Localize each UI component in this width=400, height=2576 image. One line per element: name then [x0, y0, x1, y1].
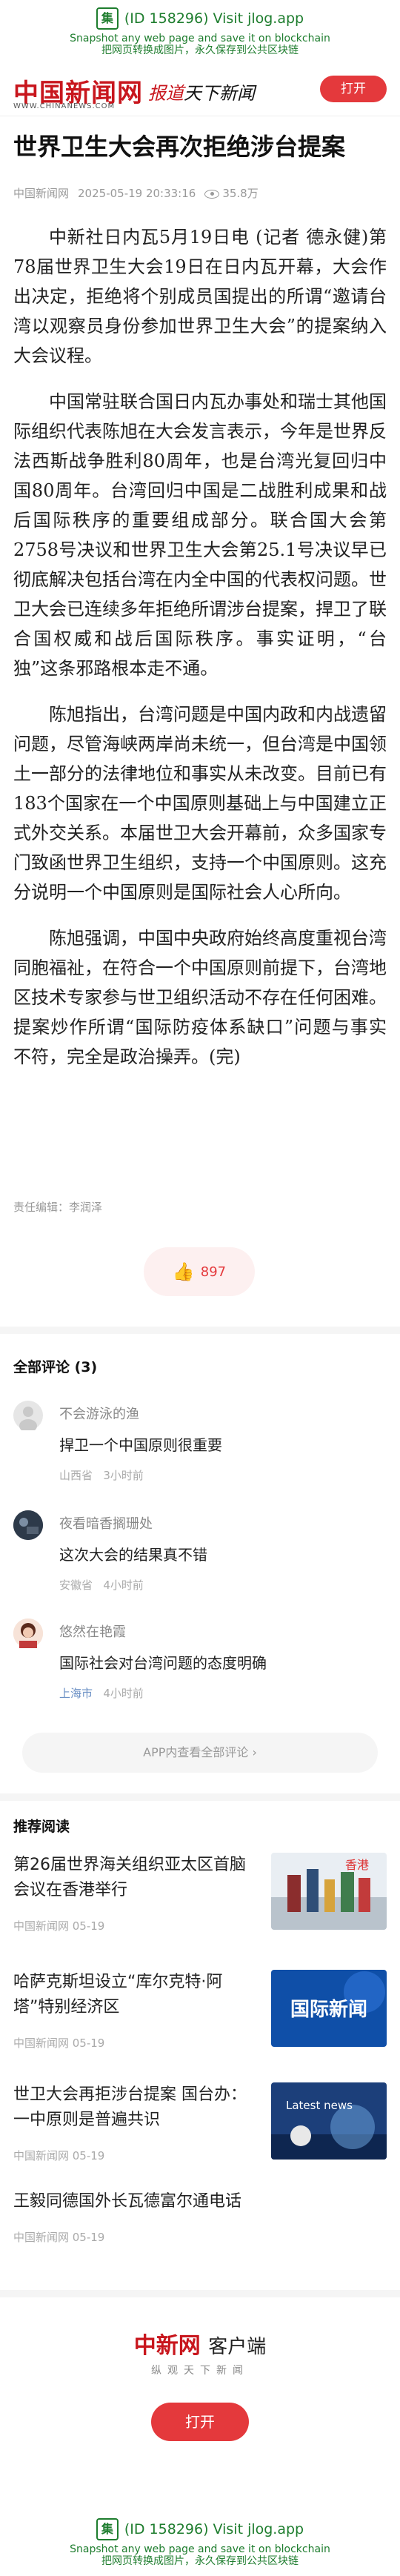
watermark-line2: Snapshot any web page and save it on blo…	[70, 33, 330, 44]
section-divider	[0, 1327, 400, 1334]
comment-author[interactable]: 不会游泳的渔	[59, 1404, 139, 1423]
watermark-line3: 把网页转换成图片，永久保存到公共区块链	[101, 2555, 299, 2567]
footer-brand: 中新网 客户端 纵观天下新闻	[0, 2327, 400, 2377]
recommend-heading: 推荐阅读	[13, 1819, 70, 1835]
recommend-source: 中国新闻网 05-19	[13, 2036, 105, 2050]
recommend-source: 中国新闻网 05-19	[13, 2149, 105, 2162]
recommend-thumbnail[interactable]: Latest news	[271, 2082, 387, 2160]
responsible-editor: 责任编辑：李润泽	[13, 1201, 103, 1214]
watermark-line2: Snapshot any web page and save it on blo…	[70, 2543, 330, 2555]
footer-client-label: 客户端	[208, 2336, 267, 2358]
article-title: 世界卫生大会再次拒绝涉台提案	[13, 133, 346, 161]
comment-text: 这次大会的结果真不错	[59, 1546, 207, 1564]
thumb-caption: Latest news	[286, 2099, 353, 2112]
comments-heading: 全部评论 (3)	[13, 1359, 98, 1375]
article-paragraph: 陈旭指出，台湾问题是中国内政和内战遗留问题，尽管海峡两岸尚未统一，但台湾是中国领…	[13, 704, 387, 903]
slogan-dark: 天下新闻	[184, 83, 255, 104]
comment-item: 悠然在艳霞 国际社会对台湾问题的态度明确 上海市 4小时前	[13, 1619, 387, 1700]
comment-location: 上海市	[59, 1687, 93, 1700]
article-meta: 中国新闻网 2025-05-19 20:33:16 35.8万	[13, 185, 259, 201]
eye-icon	[204, 189, 220, 199]
recommend-title[interactable]: 哈萨克斯坦设立“库尔克特·阿塔”特别经济区	[13, 1970, 250, 2020]
comment-author[interactable]: 悠然在艳霞	[59, 1621, 126, 1641]
recommend-item[interactable]: 第26届世界海关组织亚太区首脑会议在香港举行 中国新闻网 05-19 香港	[13, 1853, 387, 1964]
comment-meta: 山西省 3小时前	[59, 1467, 144, 1483]
like-count: 897	[200, 1264, 227, 1280]
views-count: 35.8万	[204, 185, 259, 201]
section-divider	[0, 1793, 400, 1801]
slogan-red: 报道	[148, 83, 184, 104]
article-source: 中国新闻网	[13, 187, 70, 200]
article-body: 中新社日内瓦5月19日电 (记者 德永健)第78届世界卫生大会19日在日内瓦开幕…	[13, 222, 387, 1088]
comment-meta: 安徽省 4小时前	[59, 1577, 144, 1593]
article-paragraph: 陈旭强调，中国中央政府始终高度重视台湾同胞福祉，在符合一个中国原则前提下，台湾地…	[13, 928, 387, 1067]
header-slogan: 报道天下新闻	[148, 79, 255, 104]
avatar[interactable]	[13, 1401, 43, 1433]
thumbs-up-icon: 👍	[172, 1261, 195, 1282]
recommend-item[interactable]: 王毅同德国外长瓦德富尔通电话 中国新闻网 05-19	[13, 2189, 387, 2256]
thumb-caption: 国际新闻	[290, 1998, 367, 2021]
avatar[interactable]	[13, 1510, 43, 1540]
watermark-line1[interactable]: (ID 158296) Visit jlog.app	[124, 2521, 304, 2537]
avatar[interactable]	[13, 1619, 43, 1648]
thumb-caption: 香港	[345, 1858, 369, 1872]
recommend-item[interactable]: 哈萨克斯坦设立“库尔克特·阿塔”特别经济区 中国新闻网 05-19 国际新闻	[13, 1970, 387, 2081]
jlog-badge-icon: 集	[96, 7, 119, 30]
comment-text: 国际社会对台湾问题的态度明确	[59, 1654, 267, 1672]
article-datetime: 2025-05-19 20:33:16	[78, 186, 196, 200]
recommend-title[interactable]: 王毅同德国外长瓦德富尔通电话	[13, 2189, 387, 2214]
recommend-thumbnail[interactable]: 国际新闻	[271, 1970, 387, 2047]
article-paragraph: 中新社日内瓦5月19日电 (记者 德永健)第78届世界卫生大会19日在日内瓦开幕…	[13, 227, 387, 366]
watermark-line3: 把网页转换成图片，永久保存到公共区块链	[101, 44, 299, 56]
recommend-thumbnail[interactable]: 香港	[271, 1853, 387, 1930]
watermark-banner-bottom: 集 (ID 158296) Visit jlog.app Snapshot an…	[0, 2511, 400, 2576]
view-all-comments-button[interactable]: APP内查看全部评论 ›	[22, 1733, 378, 1773]
article-paragraph: 中国常驻联合国日内瓦办事处和瑞士其他国际组织代表陈旭在大会发言表示，今年是世界反…	[13, 391, 387, 679]
recommend-source: 中国新闻网 05-19	[13, 1919, 105, 1933]
comment-time: 3小时前	[103, 1469, 144, 1482]
recommend-title[interactable]: 世卫大会再拒涉台提案 国台办：一中原则是普遍共识	[13, 2082, 250, 2133]
comment-author[interactable]: 夜看暗香搁珊处	[59, 1513, 153, 1533]
recommend-item[interactable]: 世卫大会再拒涉台提案 国台办：一中原则是普遍共识 中国新闻网 05-19 Lat…	[13, 2082, 387, 2194]
comment-time: 4小时前	[103, 1579, 144, 1592]
recommend-source: 中国新闻网 05-19	[13, 2231, 105, 2244]
comment-text: 捍卫一个中国原则很重要	[59, 1436, 222, 1454]
footer-logo: 中新网	[133, 2333, 201, 2359]
comment-meta: 上海市 4小时前	[59, 1685, 144, 1701]
jlog-badge-icon: 集	[96, 2518, 119, 2540]
watermark-banner-top: 集 (ID 158296) Visit jlog.app Snapshot an…	[0, 0, 400, 65]
recommend-title[interactable]: 第26届世界海关组织亚太区首脑会议在香港举行	[13, 1853, 250, 1903]
logo-url: WWW.CHINANEWS.COM	[13, 102, 116, 110]
open-app-button[interactable]: 打开	[320, 76, 387, 102]
comment-time: 4小时前	[103, 1687, 144, 1700]
footer-open-app-button[interactable]: 打开	[151, 2403, 249, 2441]
comment-item: 夜看暗香搁珊处 这次大会的结果真不错 安徽省 4小时前	[13, 1510, 387, 1592]
like-button[interactable]: 👍 897	[144, 1247, 255, 1296]
comment-item: 不会游泳的渔 捍卫一个中国原则很重要 山西省 3小时前	[13, 1401, 387, 1482]
footer-tagline: 纵观天下新闻	[151, 2365, 249, 2377]
header-bar: 中国新闻网 WWW.CHINANEWS.COM 报道天下新闻 打开	[0, 65, 400, 116]
section-divider	[0, 2290, 400, 2297]
watermark-line1[interactable]: (ID 158296) Visit jlog.app	[124, 10, 304, 27]
views-value: 35.8万	[222, 187, 259, 200]
comment-location: 安徽省	[59, 1579, 93, 1592]
comment-location: 山西省	[59, 1469, 93, 1482]
